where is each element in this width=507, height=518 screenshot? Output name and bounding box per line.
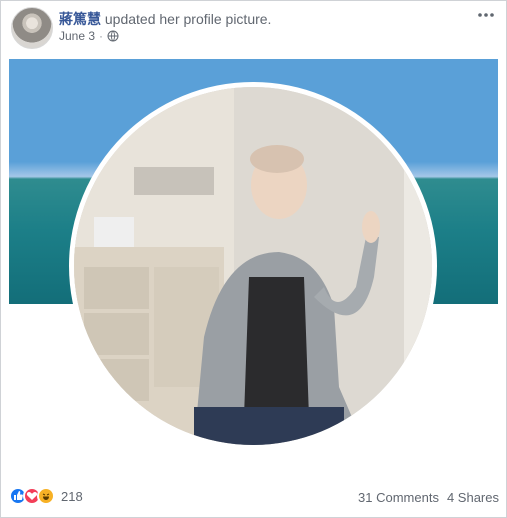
shares-count-link[interactable]: 4 Shares (447, 490, 499, 505)
post-header: 蔣篤慧 updated her profile picture. June 3 … (11, 7, 501, 49)
author-name[interactable]: 蔣篤慧 (59, 11, 101, 27)
post-title: 蔣篤慧 updated her profile picture. (59, 9, 271, 29)
more-options-icon[interactable] (477, 9, 495, 21)
meta-separator: · (99, 29, 104, 43)
globe-icon[interactable] (107, 30, 119, 42)
post-card: 蔣篤慧 updated her profile picture. June 3 … (0, 0, 507, 518)
profile-picture-illustration (74, 87, 432, 445)
profile-picture (74, 87, 432, 445)
comments-count-link[interactable]: 31 Comments (358, 490, 439, 505)
reaction-summary[interactable]: 218 (9, 487, 83, 505)
post-action-text: updated her profile picture. (104, 11, 272, 27)
engagement-stats: 31 Comments 4 Shares (358, 490, 499, 505)
post-date[interactable]: June 3 (59, 29, 95, 43)
post-footer: 218 31 Comments 4 Shares (9, 487, 499, 509)
haha-icon (37, 487, 55, 505)
reaction-count: 218 (61, 488, 83, 504)
post-meta: June 3 · (59, 29, 119, 43)
profile-picture-photo[interactable] (9, 59, 498, 479)
author-avatar[interactable] (11, 7, 53, 49)
